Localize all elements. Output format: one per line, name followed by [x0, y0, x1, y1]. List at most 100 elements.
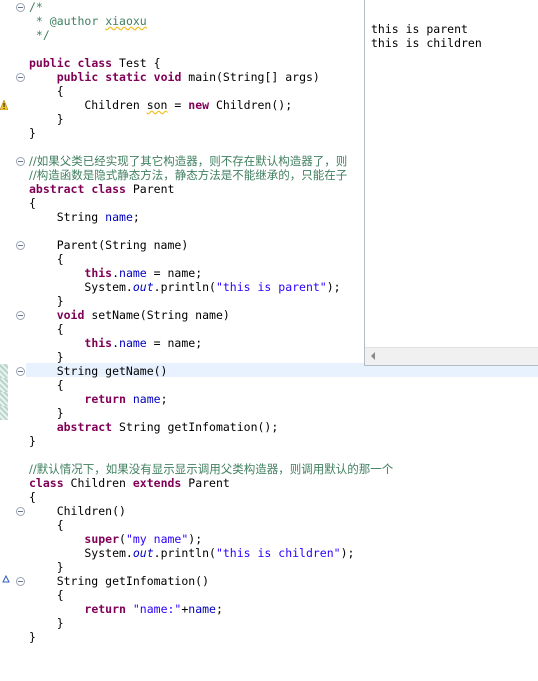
- code-line[interactable]: this.name = name;: [29, 336, 202, 350]
- code-token: */: [29, 28, 50, 42]
- code-line[interactable]: Children son = new Children();: [29, 98, 292, 112]
- code-token: name: [105, 210, 133, 224]
- code-token: Parent: [125, 182, 175, 196]
- quick-diff-marker-icon: [0, 392, 8, 406]
- fold-toggle-icon[interactable]: [16, 157, 25, 166]
- code-line[interactable]: this.name = name;: [29, 266, 202, 280]
- code-line[interactable]: {: [29, 84, 64, 98]
- editor-gutter: [0, 0, 26, 681]
- code-line[interactable]: Parent(String name): [29, 238, 189, 252]
- code-token: public: [56, 70, 99, 84]
- warning-icon[interactable]: [0, 100, 8, 110]
- code-line[interactable]: abstract class Parent: [29, 182, 174, 196]
- code-token: }: [29, 112, 64, 126]
- code-line[interactable]: super("my name");: [29, 532, 202, 546]
- code-line[interactable]: String getName(): [29, 364, 168, 378]
- code-token: );: [188, 532, 203, 546]
- code-line[interactable]: /*: [29, 0, 43, 14]
- scroll-left-arrow-icon[interactable]: [371, 352, 375, 360]
- console-output-line: this is parent: [371, 22, 468, 36]
- code-token: System.: [29, 280, 133, 294]
- code-token: Parent: [181, 476, 230, 490]
- code-line[interactable]: }: [29, 630, 36, 644]
- code-token: "this is parent": [215, 280, 327, 294]
- code-line[interactable]: }: [29, 112, 64, 126]
- code-line[interactable]: }: [29, 126, 36, 140]
- code-token: }: [29, 126, 36, 140]
- fold-toggle-icon[interactable]: [16, 311, 25, 320]
- code-token: "this is children": [215, 546, 341, 560]
- code-line[interactable]: }: [29, 406, 64, 420]
- code-token: ;: [132, 210, 140, 224]
- code-line[interactable]: }: [29, 350, 64, 364]
- code-line[interactable]: }: [29, 294, 64, 308]
- code-line[interactable]: {: [29, 518, 64, 532]
- code-line[interactable]: System.out.println("this is parent");: [29, 280, 340, 294]
- code-token: }: [29, 434, 36, 448]
- horizontal-scrollbar[interactable]: [365, 347, 538, 365]
- code-token: setName(String name): [84, 308, 230, 322]
- code-token: *: [29, 14, 50, 28]
- code-token: Children: [63, 476, 133, 490]
- code-token: =: [167, 98, 189, 112]
- code-line[interactable]: {: [29, 588, 64, 602]
- quick-diff-marker-icon: [0, 406, 8, 420]
- code-line[interactable]: public class Test {: [29, 56, 161, 70]
- code-line[interactable]: class Children extends Parent: [29, 476, 230, 490]
- code-token: System.: [29, 546, 133, 560]
- code-line[interactable]: Children(): [29, 504, 126, 518]
- code-line[interactable]: return name;: [29, 392, 167, 406]
- fold-toggle-icon[interactable]: [16, 73, 25, 82]
- fold-toggle-icon[interactable]: [16, 3, 25, 12]
- code-token: super: [84, 532, 120, 546]
- code-line[interactable]: {: [29, 378, 64, 392]
- code-token: "name:": [132, 602, 182, 616]
- fold-toggle-icon[interactable]: [16, 367, 25, 376]
- quick-diff-marker-icon: [0, 364, 8, 378]
- code-line[interactable]: {: [29, 490, 36, 504]
- code-token: }: [29, 406, 64, 420]
- override-icon[interactable]: [2, 575, 10, 583]
- code-line[interactable]: //如果父类已经实现了其它构造器，则不存在默认构造器了，则: [29, 154, 347, 168]
- code-token: Test {: [112, 56, 161, 70]
- code-token: String getInfomation();: [112, 420, 279, 434]
- code-token: );: [340, 546, 355, 560]
- code-line[interactable]: return "name:"+name;: [29, 602, 223, 616]
- code-line[interactable]: String getInfomation(): [29, 574, 209, 588]
- code-line[interactable]: public static void main(String[] args): [29, 70, 320, 84]
- code-token: "my name": [125, 532, 189, 546]
- code-line[interactable]: String name;: [29, 210, 140, 224]
- code-token: {: [29, 322, 64, 336]
- code-token: ;: [215, 602, 223, 616]
- code-line[interactable]: * @author xiaoxu: [29, 14, 147, 28]
- code-line[interactable]: {: [29, 252, 64, 266]
- code-line[interactable]: {: [29, 322, 64, 336]
- code-token: //构造函数是隐式静态方法，静态方法是不能继承的，只能在子: [29, 168, 348, 182]
- code-line[interactable]: //默认情况下，如果没有显示显示调用父类构造器，则调用默认的那一个: [29, 462, 393, 476]
- code-token: class: [29, 476, 64, 490]
- code-line[interactable]: void setName(String name): [29, 308, 230, 322]
- code-line[interactable]: //构造函数是隐式静态方法，静态方法是不能继承的，只能在子: [29, 168, 347, 182]
- fold-toggle-icon[interactable]: [16, 577, 25, 586]
- fold-toggle-icon[interactable]: [16, 241, 25, 250]
- code-token: name: [132, 392, 161, 406]
- code-line[interactable]: {: [29, 196, 36, 210]
- code-token: (: [119, 532, 126, 546]
- code-token: name: [119, 266, 147, 280]
- console-view[interactable]: this is parent this is children: [364, 0, 538, 366]
- code-line[interactable]: System.out.println("this is children");: [29, 546, 354, 560]
- code-line[interactable]: }: [29, 434, 36, 448]
- code-token: abstract: [56, 420, 113, 434]
- code-token: name: [188, 602, 216, 616]
- code-line[interactable]: }: [29, 560, 64, 574]
- fold-toggle-icon[interactable]: [16, 507, 25, 516]
- code-line[interactable]: abstract String getInfomation();: [29, 420, 279, 434]
- code-line[interactable]: }: [29, 616, 64, 630]
- code-line[interactable]: */: [29, 28, 50, 42]
